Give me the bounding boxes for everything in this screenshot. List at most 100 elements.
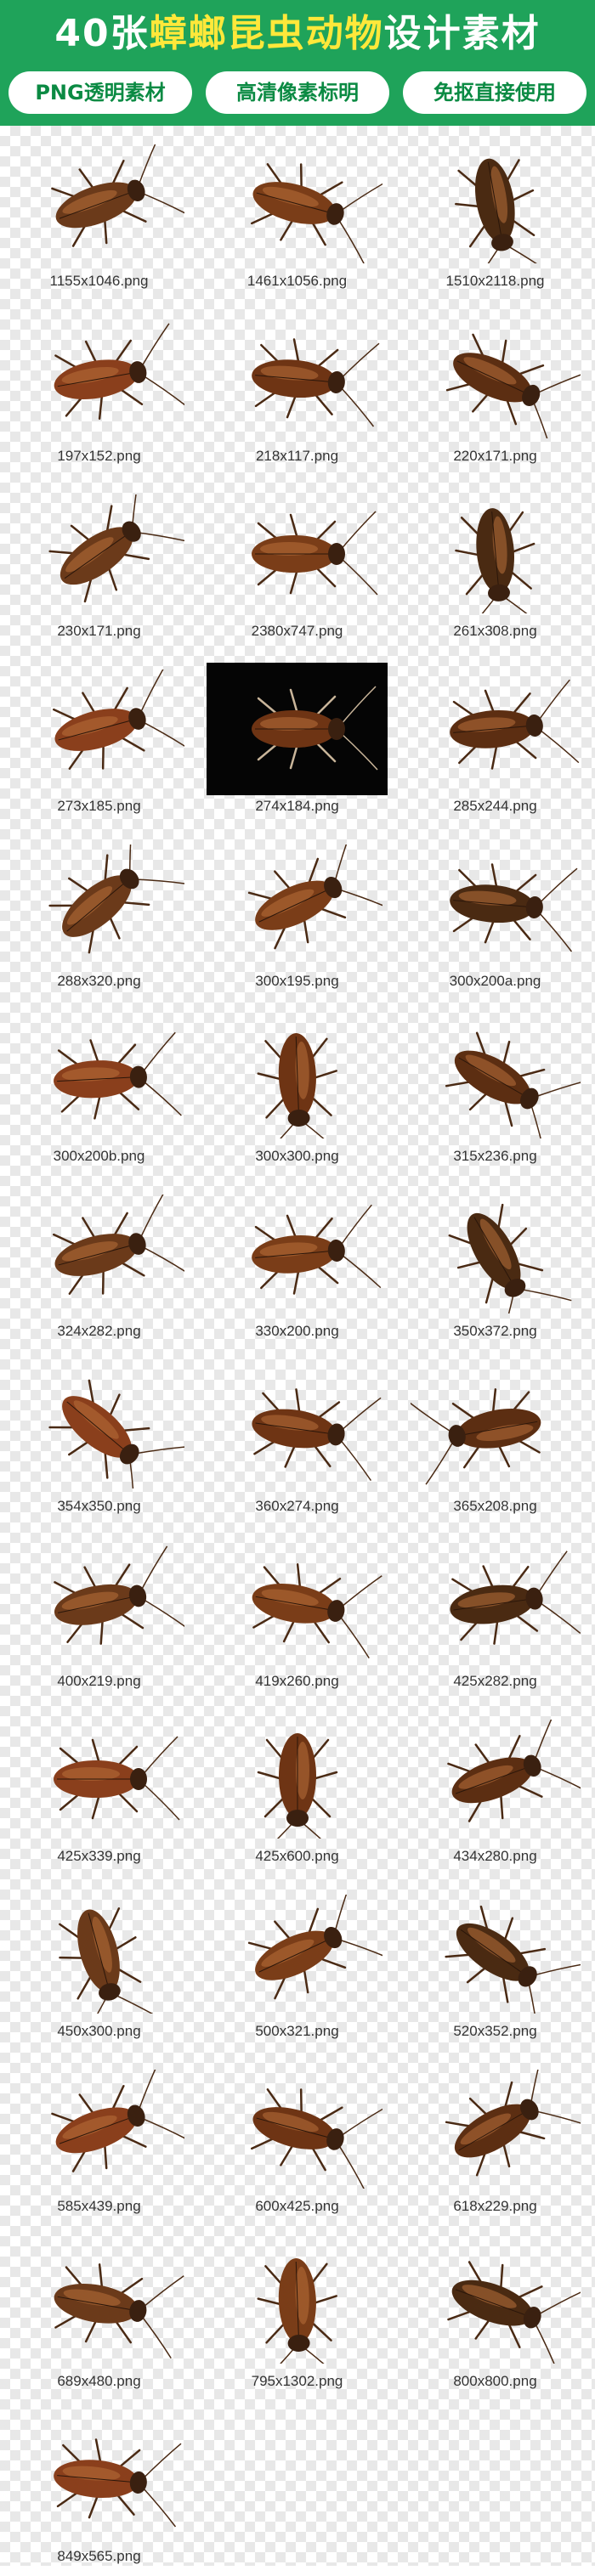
cockroach-icon (7, 1188, 191, 1320)
cockroach-icon (7, 1013, 191, 1145)
image-tile: 197x152.png (0, 301, 198, 476)
image-filename-label: 600x425.png (255, 2198, 339, 2214)
cockroach-icon (403, 2238, 587, 2370)
cockroach-icon (403, 1363, 587, 1495)
image-filename-label: 300x300.png (255, 1148, 339, 1164)
image-filename-label: 425x339.png (57, 1848, 141, 1864)
badge-png-transparent: PNG透明素材 (8, 71, 192, 114)
cockroach-icon (403, 838, 587, 970)
image-grid: 1155x1046.png 1461x1056.png 1510x2118.png 1… (0, 126, 595, 2566)
image-filename-label: 520x352.png (453, 2023, 537, 2039)
image-tile: 1461x1056.png (198, 126, 396, 301)
cockroach-icon (205, 138, 389, 270)
image-filename-label: 1155x1046.png (49, 273, 149, 289)
image-filename-label: 1510x2118.png (445, 273, 545, 289)
image-tile: 300x200b.png (0, 1001, 198, 1176)
image-tile: 425x282.png (396, 1526, 594, 1701)
image-filename-label: 365x208.png (453, 1498, 537, 1514)
cockroach-icon (205, 1713, 389, 1845)
image-filename-label: 450x300.png (57, 2023, 141, 2039)
image-tile: 288x320.png (0, 826, 198, 1001)
image-filename-label: 324x282.png (57, 1323, 141, 1339)
image-filename-label: 849x565.png (57, 2548, 141, 2564)
image-tile: 434x280.png (396, 1701, 594, 1876)
image-filename-label: 300x200a.png (449, 973, 541, 989)
cockroach-icon (207, 663, 388, 795)
image-tile: 365x208.png (396, 1351, 594, 1526)
feature-badges: PNG透明素材 高清像素标明 免抠直接使用 (8, 71, 586, 116)
image-filename-label: 261x308.png (453, 623, 537, 639)
header-banner: 40张蟑螂昆虫动物设计素材 PNG透明素材 高清像素标明 免抠直接使用 (0, 0, 595, 126)
image-filename-label: 330x200.png (255, 1323, 339, 1339)
image-tile: 285x244.png (396, 651, 594, 826)
title-main: 蟑螂昆虫动物 (149, 12, 384, 55)
image-tile: 600x425.png (198, 2051, 396, 2226)
image-filename-label: 400x219.png (57, 1673, 141, 1689)
cockroach-icon (205, 313, 389, 445)
image-tile: 400x219.png (0, 1526, 198, 1701)
cockroach-icon (403, 2063, 587, 2195)
image-filename-label: 1461x1056.png (246, 273, 348, 289)
image-tile: 300x300.png (198, 1001, 396, 1176)
image-tile: 230x171.png (0, 476, 198, 651)
image-filename-label: 795x1302.png (251, 2373, 343, 2389)
cockroach-icon (403, 663, 587, 795)
cockroach-icon (205, 488, 389, 620)
image-filename-label: 434x280.png (453, 1848, 537, 1864)
image-tile: 1510x2118.png (396, 126, 594, 301)
cockroach-icon (403, 1713, 587, 1845)
cockroach-icon (403, 1538, 587, 1670)
image-filename-label: 285x244.png (453, 798, 537, 814)
image-tile: 324x282.png (0, 1176, 198, 1351)
page-title: 40张蟑螂昆虫动物设计素材 (0, 5, 595, 63)
image-tile: 360x274.png (198, 1351, 396, 1526)
cockroach-icon (7, 1363, 191, 1495)
cockroach-icon (205, 2238, 389, 2370)
badge-high-resolution: 高清像素标明 (206, 71, 389, 114)
image-tile: 800x800.png (396, 2226, 594, 2401)
image-filename-label: 300x200b.png (53, 1148, 145, 1164)
image-filename-label: 689x480.png (57, 2373, 141, 2389)
image-filename-label: 230x171.png (57, 623, 141, 639)
cockroach-icon (205, 1363, 389, 1495)
cockroach-icon (7, 2413, 191, 2545)
cockroach-icon (205, 1888, 389, 2020)
image-tile: 689x480.png (0, 2226, 198, 2401)
image-filename-label: 419x260.png (255, 1673, 339, 1689)
image-tile: 618x229.png (396, 2051, 594, 2226)
cockroach-icon (205, 838, 389, 970)
image-tile: 419x260.png (198, 1526, 396, 1701)
cockroach-icon (7, 138, 191, 270)
image-filename-label: 273x185.png (57, 798, 141, 814)
image-tile: 795x1302.png (198, 2226, 396, 2401)
image-filename-label: 425x282.png (453, 1673, 537, 1689)
image-tile: 350x372.png (396, 1176, 594, 1351)
image-tile: 220x171.png (396, 301, 594, 476)
cockroach-icon (403, 313, 587, 445)
cockroach-icon (205, 2063, 389, 2195)
image-filename-label: 360x274.png (255, 1498, 339, 1514)
cockroach-icon (7, 838, 191, 970)
cockroach-icon (403, 138, 587, 270)
cockroach-icon (7, 1888, 191, 2020)
image-tile: 261x308.png (396, 476, 594, 651)
image-tile: 218x117.png (198, 301, 396, 476)
image-tile: 315x236.png (396, 1001, 594, 1176)
image-tile: 300x200a.png (396, 826, 594, 1001)
image-filename-label: 350x372.png (453, 1323, 537, 1339)
cockroach-icon (403, 1888, 587, 2020)
image-tile: 330x200.png (198, 1176, 396, 1351)
image-tile: 520x352.png (396, 1876, 594, 2051)
image-tile: 425x339.png (0, 1701, 198, 1876)
cockroach-icon (403, 1013, 587, 1145)
cockroach-icon (7, 1713, 191, 1845)
cockroach-icon (403, 488, 587, 620)
badge-cutout-ready: 免抠直接使用 (403, 71, 586, 114)
cockroach-icon (403, 1188, 587, 1320)
image-filename-label: 585x439.png (57, 2198, 141, 2214)
image-tile: 2380x747.png (198, 476, 396, 651)
cockroach-icon (7, 313, 191, 445)
cockroach-icon (7, 488, 191, 620)
image-filename-label: 315x236.png (453, 1148, 537, 1164)
title-count: 40张 (54, 12, 150, 55)
